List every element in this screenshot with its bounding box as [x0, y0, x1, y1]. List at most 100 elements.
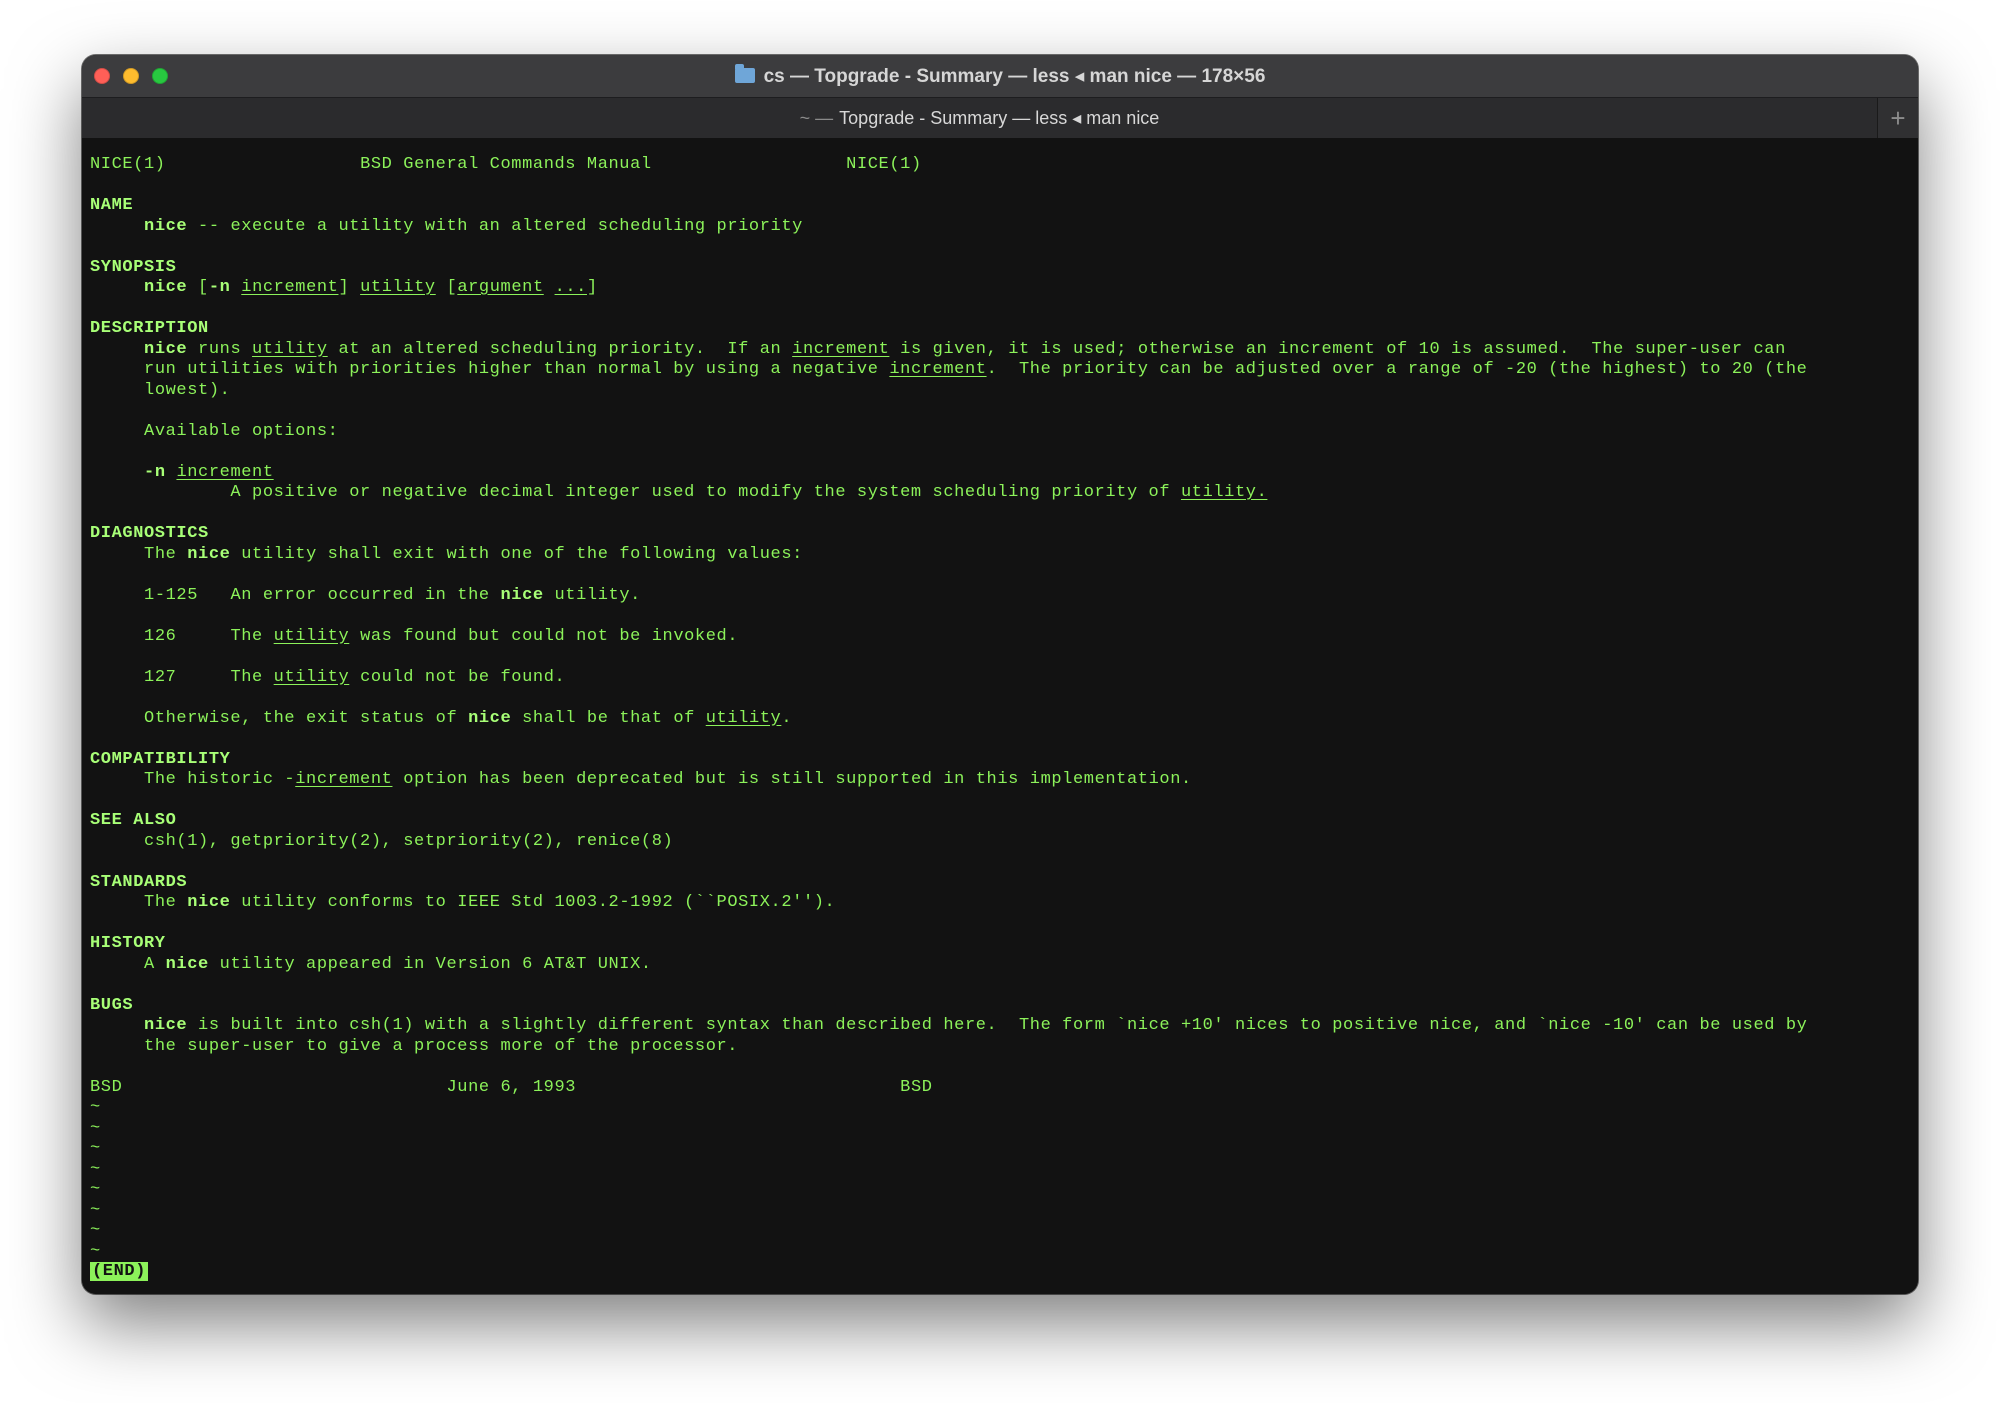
synopsis-bracket-close-2: ] [586, 278, 598, 297]
new-tab-button[interactable]: + [1877, 98, 1918, 138]
exit-code: 126 [144, 626, 177, 646]
diag-cmd: nice [468, 708, 512, 728]
tilde-line: ~ [90, 1098, 101, 1117]
footer-center: June 6, 1993 [446, 1077, 577, 1097]
synopsis-bracket-close: ] [338, 278, 361, 297]
man-header: NICE(1) BSD General Commands Manual NICE… [90, 155, 1808, 176]
diag-text: Otherwise, the exit status of [144, 708, 469, 728]
tilde-line: ~ [90, 1241, 101, 1261]
desc-text: . The priority can be adjusted over a ra… [986, 360, 1808, 379]
name-desc: -- execute a utility with an altered sch… [187, 216, 803, 236]
tilde-line: ~ [90, 1159, 101, 1179]
tab-prefix: ~ — [799, 107, 834, 128]
standards-text: The [144, 893, 188, 912]
folder-icon [734, 63, 755, 83]
terminal-window[interactable]: cs — Topgrade - Summary — less ◂ man nic… [82, 55, 1918, 1294]
desc-text: lowest). [144, 380, 231, 400]
name-cmd: nice [144, 216, 188, 236]
synopsis-increment: increment [241, 278, 339, 297]
section-heading-compatibility: COMPATIBILITY [90, 749, 231, 769]
section-heading-see-also: SEE ALSO [90, 811, 177, 830]
desc-utility: utility [252, 339, 328, 359]
desc-increment: increment [792, 339, 890, 359]
desc-text: is given, it is used; otherwise an incre… [889, 339, 1786, 359]
diag-text: The [144, 544, 188, 564]
terminal-content[interactable]: NICE(1) BSD General Commands Manual NICE… [82, 138, 1918, 1294]
exit-code: 127 [144, 667, 177, 687]
plus-icon: + [1890, 102, 1906, 133]
diag-text: shall be that of [511, 708, 706, 728]
see-also-list: csh(1), getpriority(2), setpriority(2), … [144, 831, 674, 851]
exit-code: 1-125 [144, 585, 199, 605]
history-cmd: nice [165, 954, 209, 974]
section-heading-description: DESCRIPTION [90, 319, 209, 338]
synopsis-space-2 [544, 278, 555, 297]
tilde-line: ~ [90, 1118, 101, 1138]
diag-text: utility shall exit with one of the follo… [230, 544, 803, 564]
tab-bar: ~ — Topgrade - Summary — less ◂ man nice… [82, 97, 1918, 139]
desc-text: at an altered scheduling priority. If an [327, 339, 793, 359]
section-heading-standards: STANDARDS [90, 872, 188, 892]
synopsis-bracket-2: [ [435, 278, 458, 297]
history-text: A [144, 954, 166, 974]
tilde-line: ~ [90, 1180, 101, 1199]
section-heading-diagnostics: DIAGNOSTICS [90, 524, 209, 543]
diag-text: An error occurred in the [230, 585, 501, 605]
synopsis-cmd: nice [144, 278, 188, 297]
bugs-cmd: nice [144, 1016, 188, 1035]
option-flag: -n [144, 462, 166, 482]
desc-increment: increment [889, 360, 987, 379]
synopsis-argument: argument [457, 278, 544, 297]
tab-label: Topgrade - Summary — less ◂ man nice [839, 107, 1160, 128]
desc-cmd: nice [144, 339, 188, 359]
man-footer: BSD June 6, 1993 BSD [90, 1078, 1808, 1099]
diag-text: The [230, 667, 274, 687]
standards-text: utility conforms to IEEE Std 1003.2-1992… [230, 893, 836, 912]
section-heading-bugs: BUGS [90, 995, 134, 1015]
tilde-line: ~ [90, 1200, 101, 1220]
standards-cmd: nice [187, 893, 231, 912]
header-right: NICE(1) [846, 155, 922, 174]
synopsis-utility: utility [360, 278, 436, 297]
title-bar[interactable]: cs — Topgrade - Summary — less ◂ man nic… [82, 55, 1918, 97]
desktop-background: cs — Topgrade - Summary — less ◂ man nic… [0, 0, 2000, 1403]
diag-text: utility. [543, 585, 641, 605]
synopsis-bracket: [ [187, 278, 209, 297]
tab-topgrade-summary[interactable]: ~ — Topgrade - Summary — less ◂ man nice [82, 98, 1877, 138]
synopsis-flag: -n [208, 278, 231, 297]
bugs-text: is built into csh(1) with a slightly dif… [187, 1016, 1808, 1035]
diag-utility: utility [273, 626, 350, 646]
footer-left: BSD [90, 1077, 123, 1097]
diag-utility: utility [273, 667, 350, 687]
compat-text: The historic - [144, 770, 296, 789]
man-page-text: NICE(1) BSD General Commands Manual NICE… [90, 155, 1808, 1283]
desc-text: runs [187, 339, 253, 359]
section-heading-name: NAME [90, 196, 134, 215]
footer-right: BSD [900, 1077, 933, 1097]
compat-increment: increment [295, 770, 393, 789]
diag-text: The [230, 626, 274, 646]
end-marker: (END) [90, 1262, 149, 1281]
option-increment: increment [176, 462, 274, 482]
diag-text: could not be found. [349, 667, 566, 687]
tilde-line: ~ [90, 1221, 101, 1240]
section-heading-history: HISTORY [90, 934, 166, 953]
window-title: cs — Topgrade - Summary — less ◂ man nic… [82, 55, 1918, 97]
available-options: Available options: [144, 421, 339, 441]
option-space [166, 463, 177, 482]
diag-utility: utility [705, 708, 782, 728]
synopsis-space [230, 278, 241, 297]
header-center: BSD General Commands Manual [360, 155, 652, 174]
diag-text: . [781, 708, 793, 728]
section-heading-synopsis: SYNOPSIS [90, 257, 177, 277]
compat-text: option has been deprecated but is still … [392, 770, 1192, 789]
window-title-text: cs — Topgrade - Summary — less ◂ man nic… [763, 65, 1266, 87]
bugs-text: the super-user to give a process more of… [144, 1036, 739, 1056]
option-utility: utility. [1180, 483, 1268, 502]
history-text: utility appeared in Version 6 AT&T UNIX. [208, 954, 652, 974]
tilde-line: ~ [90, 1139, 101, 1158]
diag-cmd: nice [500, 585, 544, 605]
diag-cmd: nice [187, 544, 231, 564]
desc-text: run utilities with priorities higher tha… [144, 360, 890, 379]
header-left: NICE(1) [90, 155, 166, 174]
